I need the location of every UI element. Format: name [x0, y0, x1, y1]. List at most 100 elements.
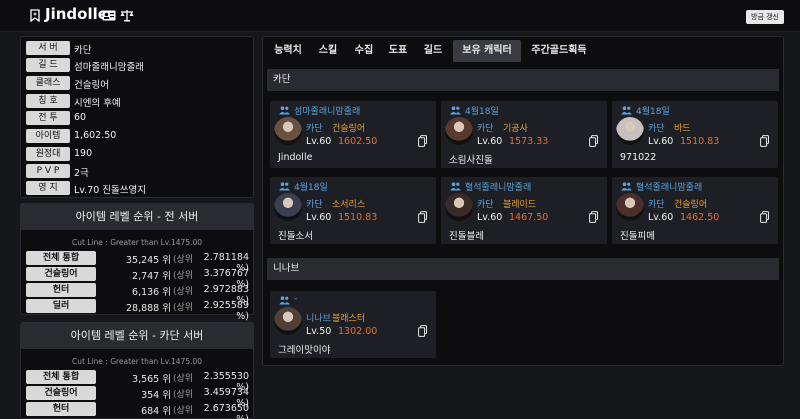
tab-stats[interactable]: 능력치	[267, 40, 309, 62]
card-server: 카단	[477, 124, 494, 134]
info-value: 건슬링어	[74, 80, 109, 91]
character-info-panel: 서 버 카단 길 드 섬마줄래니맘줄래 클래스 건슬링어 칭 호 시엔의 후예 …	[20, 36, 254, 198]
rank-percent: 2.925589 %)	[203, 300, 249, 322]
id-card-icon[interactable]	[102, 10, 116, 21]
card-level: Lv.60	[477, 212, 503, 223]
rank-panel-title: 아이템 레벨 순위 - 카단 서버	[21, 323, 253, 349]
character-avatar	[274, 117, 302, 145]
guild-members-icon	[279, 296, 290, 305]
info-value: 60	[74, 112, 87, 123]
info-value: 섬마줄래니맘줄래	[74, 62, 144, 73]
card-item-level: 1467.50	[509, 212, 549, 223]
guild-members-icon	[450, 182, 461, 191]
character-card[interactable]: 섬마줄래니맘줄래 카단 건슬링어 Lv.60 1602.50 Jindolle	[270, 101, 436, 168]
copy-icon[interactable]	[418, 325, 427, 337]
card-item-level: 1510.83	[338, 212, 378, 223]
copy-icon[interactable]	[589, 135, 598, 147]
card-class: 블래스터	[332, 314, 366, 324]
info-label: 원정대	[26, 147, 70, 161]
cutline-text: Cut Line : Greater than Lv.1475.00	[71, 238, 203, 247]
info-label: 영 지	[26, 181, 70, 195]
character-card[interactable]: 4월18일 카단 소서리스 Lv.60 1510.83 진돌소서	[270, 177, 436, 244]
card-guild: -	[294, 294, 298, 304]
rank-value: 684 위	[141, 406, 171, 417]
rank-class-label: 전체 통합	[26, 251, 96, 265]
rank-class-label: 딜러	[26, 299, 96, 313]
refresh-button[interactable]: 방금 갱신	[746, 10, 784, 24]
bookmark-icon[interactable]	[30, 9, 40, 22]
tab-owned-characters[interactable]: 보유 캐릭터	[453, 40, 521, 62]
rank-class-label: 건슬링어	[26, 267, 96, 281]
card-class: 소서리스	[332, 200, 366, 210]
card-character-name: 진돌소서	[278, 231, 313, 242]
balance-scale-icon[interactable]	[120, 9, 134, 22]
tab-codex[interactable]: 도표	[381, 40, 415, 62]
card-item-level: 1510.83	[680, 136, 720, 147]
copy-icon[interactable]	[418, 135, 427, 147]
card-server: 카단	[648, 200, 665, 210]
card-guild: 4월18일	[636, 107, 670, 117]
card-class: 건슬링어	[674, 200, 708, 210]
info-value: 1,602.50	[74, 130, 117, 141]
info-label: 서 버	[26, 41, 70, 55]
card-server: 카단	[306, 124, 323, 134]
cutline-text: Cut Line : Greater than Lv.1475.00	[71, 357, 203, 366]
info-value: 카단	[74, 45, 92, 56]
rank-value: 35,245 위	[125, 255, 171, 266]
guild-members-icon	[621, 106, 632, 115]
info-value: 2극	[74, 168, 89, 179]
card-character-name: 진돌블레	[449, 231, 484, 242]
guild-members-icon	[279, 182, 290, 191]
info-value: 190	[74, 148, 93, 159]
rank-row: 전체 통합 35,245 위 (상위 2.781184 %)	[21, 250, 253, 274]
character-card[interactable]: 혈석줄래니맘줄래카단 건슬링어 Lv.60 1462.50 진돌피메	[612, 177, 778, 244]
copy-icon[interactable]	[589, 211, 598, 223]
card-item-level: 1602.50	[338, 136, 378, 147]
character-avatar	[445, 117, 473, 145]
copy-icon[interactable]	[760, 211, 769, 223]
guild-members-icon	[450, 106, 461, 115]
card-item-level: 1302.00	[338, 326, 378, 337]
card-class: 기공사	[503, 124, 528, 134]
card-level: Lv.60	[477, 136, 503, 147]
copy-icon[interactable]	[418, 211, 427, 223]
card-guild: 혈석줄래니맘줄래	[636, 183, 703, 193]
rank-percent: 2.673650 %)	[203, 403, 249, 419]
rank-class-label: 전체 통합	[26, 370, 96, 384]
tab-collection[interactable]: 수집	[347, 40, 381, 62]
card-level: Lv.60	[648, 212, 674, 223]
rank-row: 헌터 6,136 위 (상위 2.972883 %)	[21, 282, 253, 306]
copy-icon[interactable]	[760, 135, 769, 147]
character-avatar	[445, 193, 473, 221]
card-guild: 섬마줄래니맘줄래	[294, 107, 361, 117]
info-row-title: 칭 호 시엔의 후예	[26, 94, 252, 109]
character-avatar	[616, 193, 644, 221]
character-card[interactable]: - 니나브 블래스터 Lv.50 1302.00 그레이맛이야	[270, 291, 436, 358]
tab-guild[interactable]: 길드	[415, 40, 451, 62]
card-server: 카단	[477, 200, 494, 210]
guild-members-icon	[279, 106, 290, 115]
card-server: 카단	[648, 124, 665, 134]
card-item-level: 1462.50	[680, 212, 720, 223]
info-label: 전 투	[26, 111, 70, 125]
card-character-name: Jindolle	[278, 152, 313, 163]
tab-skills[interactable]: 스킬	[309, 40, 347, 62]
character-card[interactable]: 4월18일 카단 기공사 Lv.60 1573.33 소림사진돌	[441, 101, 607, 168]
info-row-combat: 전 투 60	[26, 111, 252, 126]
info-label: 아이템	[26, 129, 70, 143]
card-level: Lv.50	[306, 326, 332, 337]
info-row-class: 클래스 건슬링어	[26, 76, 252, 91]
card-character-name: 진돌피메	[620, 231, 655, 242]
card-level: Lv.60	[306, 212, 332, 223]
top-header: Jindolle 방금 갱신	[0, 0, 800, 32]
info-label: 클래스	[26, 76, 70, 90]
rank-row: 헌터 684 위 (상위 2.673650 %)	[21, 401, 253, 419]
rank-row: 딜러 28,888 위 (상위 2.925589 %)	[21, 298, 253, 322]
card-character-name: 소림사진돌	[449, 155, 493, 166]
character-card[interactable]: 4월18일 카단 바드 Lv.60 1510.83 971022	[612, 101, 778, 168]
character-card[interactable]: 혈석줄래니맘줄래 카단 블레이드 Lv.60 1467.50 진돌블레	[441, 177, 607, 244]
card-item-level: 1573.33	[509, 136, 549, 147]
tab-weekly-gold[interactable]: 주간골드획득	[523, 40, 595, 62]
card-level: Lv.60	[306, 136, 332, 147]
rank-row: 전체 통합 3,565 위 (상위 2.355530 %)	[21, 369, 253, 393]
